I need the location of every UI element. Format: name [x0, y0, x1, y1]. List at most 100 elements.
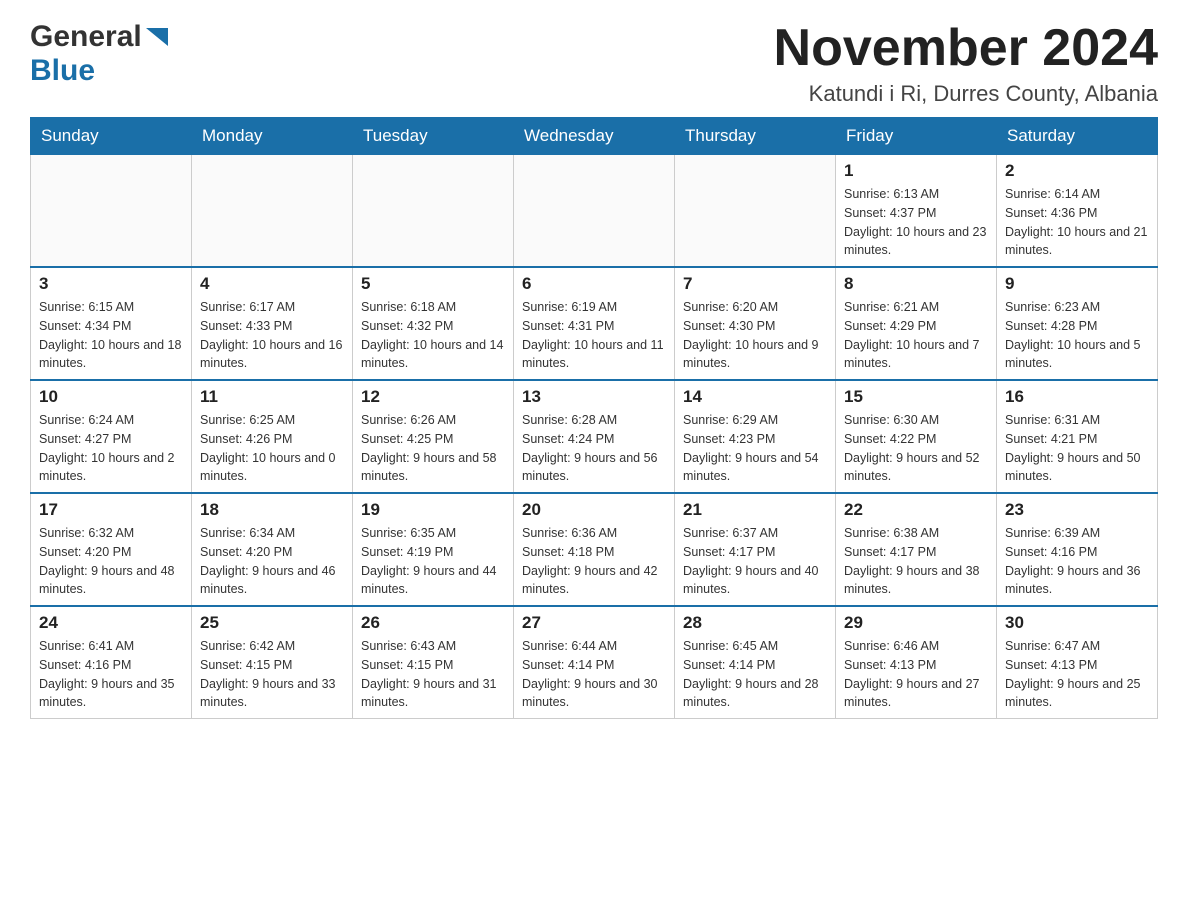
- calendar-cell: 24 Sunrise: 6:41 AMSunset: 4:16 PMDayligh…: [31, 606, 192, 719]
- day-info: Sunrise: 6:24 AMSunset: 4:27 PMDaylight:…: [39, 411, 183, 486]
- location: Katundi i Ri, Durres County, Albania: [774, 81, 1158, 107]
- day-number: 29: [844, 613, 988, 633]
- calendar-cell: 19 Sunrise: 6:35 AMSunset: 4:19 PMDayligh…: [353, 493, 514, 606]
- day-number: 5: [361, 274, 505, 294]
- day-number: 17: [39, 500, 183, 520]
- day-info: Sunrise: 6:32 AMSunset: 4:20 PMDaylight:…: [39, 524, 183, 599]
- day-number: 16: [1005, 387, 1149, 407]
- calendar-cell: 13 Sunrise: 6:28 AMSunset: 4:24 PMDayligh…: [514, 380, 675, 493]
- calendar-cell: 21Sunrise: 6:37 AMSunset: 4:17 PMDayligh…: [675, 493, 836, 606]
- calendar-table: SundayMondayTuesdayWednesdayThursdayFrid…: [30, 117, 1158, 719]
- day-info: Sunrise: 6:41 AMSunset: 4:16 PMDaylight:…: [39, 637, 183, 712]
- day-number: 8: [844, 274, 988, 294]
- calendar-cell: [31, 155, 192, 268]
- day-info: Sunrise: 6:17 AMSunset: 4:33 PMDaylight:…: [200, 298, 344, 373]
- day-info: Sunrise: 6:31 AMSunset: 4:21 PMDaylight:…: [1005, 411, 1149, 486]
- logo: General Blue: [30, 20, 168, 88]
- calendar-cell: 22 Sunrise: 6:38 AMSunset: 4:17 PMDayligh…: [836, 493, 997, 606]
- calendar-cell: 2 Sunrise: 6:14 AMSunset: 4:36 PMDaylight…: [997, 155, 1158, 268]
- day-info: Sunrise: 6:21 AMSunset: 4:29 PMDaylight:…: [844, 298, 988, 373]
- title-section: November 2024 Katundi i Ri, Durres Count…: [774, 20, 1158, 107]
- day-info: Sunrise: 6:46 AMSunset: 4:13 PMDaylight:…: [844, 637, 988, 712]
- day-info: Sunrise: 6:15 AMSunset: 4:34 PMDaylight:…: [39, 298, 183, 373]
- day-number: 30: [1005, 613, 1149, 633]
- day-number: 6: [522, 274, 666, 294]
- day-info: Sunrise: 6:14 AMSunset: 4:36 PMDaylight:…: [1005, 185, 1149, 260]
- day-info: Sunrise: 6:47 AMSunset: 4:13 PMDaylight:…: [1005, 637, 1149, 712]
- day-number: 14: [683, 387, 827, 407]
- calendar-cell: 7Sunrise: 6:20 AMSunset: 4:30 PMDaylight…: [675, 267, 836, 380]
- logo-general: General: [30, 20, 142, 54]
- day-number: 23: [1005, 500, 1149, 520]
- page-header: General Blue November 2024 Katundi i Ri,…: [30, 20, 1158, 107]
- calendar-cell: 12 Sunrise: 6:26 AMSunset: 4:25 PMDayligh…: [353, 380, 514, 493]
- calendar-week-4: 17 Sunrise: 6:32 AMSunset: 4:20 PMDayligh…: [31, 493, 1158, 606]
- calendar-week-3: 10 Sunrise: 6:24 AMSunset: 4:27 PMDayligh…: [31, 380, 1158, 493]
- calendar-cell: 20 Sunrise: 6:36 AMSunset: 4:18 PMDayligh…: [514, 493, 675, 606]
- calendar-cell: 6 Sunrise: 6:19 AMSunset: 4:31 PMDaylight…: [514, 267, 675, 380]
- calendar-cell: 26Sunrise: 6:43 AMSunset: 4:15 PMDayligh…: [353, 606, 514, 719]
- day-info: Sunrise: 6:37 AMSunset: 4:17 PMDaylight:…: [683, 524, 827, 599]
- calendar-cell: 3 Sunrise: 6:15 AMSunset: 4:34 PMDaylight…: [31, 267, 192, 380]
- day-info: Sunrise: 6:13 AMSunset: 4:37 PMDaylight:…: [844, 185, 988, 260]
- day-header-saturday: Saturday: [997, 118, 1158, 155]
- calendar-cell: 14 Sunrise: 6:29 AMSunset: 4:23 PMDayligh…: [675, 380, 836, 493]
- day-number: 11: [200, 387, 344, 407]
- calendar-cell: 9Sunrise: 6:23 AMSunset: 4:28 PMDaylight…: [997, 267, 1158, 380]
- day-number: 15: [844, 387, 988, 407]
- calendar-cell: 23 Sunrise: 6:39 AMSunset: 4:16 PMDayligh…: [997, 493, 1158, 606]
- day-info: Sunrise: 6:28 AMSunset: 4:24 PMDaylight:…: [522, 411, 666, 486]
- day-number: 24: [39, 613, 183, 633]
- day-header-thursday: Thursday: [675, 118, 836, 155]
- day-info: Sunrise: 6:36 AMSunset: 4:18 PMDaylight:…: [522, 524, 666, 599]
- day-info: Sunrise: 6:19 AMSunset: 4:31 PMDaylight:…: [522, 298, 666, 373]
- day-number: 9: [1005, 274, 1149, 294]
- day-number: 2: [1005, 161, 1149, 181]
- day-info: Sunrise: 6:18 AMSunset: 4:32 PMDaylight:…: [361, 298, 505, 373]
- day-number: 22: [844, 500, 988, 520]
- day-number: 28: [683, 613, 827, 633]
- day-info: Sunrise: 6:39 AMSunset: 4:16 PMDaylight:…: [1005, 524, 1149, 599]
- day-number: 1: [844, 161, 988, 181]
- day-number: 27: [522, 613, 666, 633]
- day-number: 3: [39, 274, 183, 294]
- calendar-cell: 15 Sunrise: 6:30 AMSunset: 4:22 PMDayligh…: [836, 380, 997, 493]
- calendar-cell: 28 Sunrise: 6:45 AMSunset: 4:14 PMDayligh…: [675, 606, 836, 719]
- calendar-cell: [353, 155, 514, 268]
- day-number: 20: [522, 500, 666, 520]
- calendar-cell: 17 Sunrise: 6:32 AMSunset: 4:20 PMDayligh…: [31, 493, 192, 606]
- day-info: Sunrise: 6:35 AMSunset: 4:19 PMDaylight:…: [361, 524, 505, 599]
- day-info: Sunrise: 6:30 AMSunset: 4:22 PMDaylight:…: [844, 411, 988, 486]
- calendar-cell: 8 Sunrise: 6:21 AMSunset: 4:29 PMDaylight…: [836, 267, 997, 380]
- day-info: Sunrise: 6:38 AMSunset: 4:17 PMDaylight:…: [844, 524, 988, 599]
- calendar-header-row: SundayMondayTuesdayWednesdayThursdayFrid…: [31, 118, 1158, 155]
- calendar-cell: 30 Sunrise: 6:47 AMSunset: 4:13 PMDayligh…: [997, 606, 1158, 719]
- calendar-week-1: 1 Sunrise: 6:13 AMSunset: 4:37 PMDaylight…: [31, 155, 1158, 268]
- logo-arrow-icon: [146, 28, 168, 51]
- day-number: 19: [361, 500, 505, 520]
- calendar-cell: [514, 155, 675, 268]
- day-info: Sunrise: 6:44 AMSunset: 4:14 PMDaylight:…: [522, 637, 666, 712]
- calendar-week-2: 3 Sunrise: 6:15 AMSunset: 4:34 PMDaylight…: [31, 267, 1158, 380]
- calendar-week-5: 24 Sunrise: 6:41 AMSunset: 4:16 PMDayligh…: [31, 606, 1158, 719]
- day-info: Sunrise: 6:26 AMSunset: 4:25 PMDaylight:…: [361, 411, 505, 486]
- day-info: Sunrise: 6:42 AMSunset: 4:15 PMDaylight:…: [200, 637, 344, 712]
- calendar-cell: 1 Sunrise: 6:13 AMSunset: 4:37 PMDaylight…: [836, 155, 997, 268]
- day-number: 10: [39, 387, 183, 407]
- calendar-cell: 5 Sunrise: 6:18 AMSunset: 4:32 PMDaylight…: [353, 267, 514, 380]
- calendar-cell: 11 Sunrise: 6:25 AMSunset: 4:26 PMDayligh…: [192, 380, 353, 493]
- day-info: Sunrise: 6:29 AMSunset: 4:23 PMDaylight:…: [683, 411, 827, 486]
- day-number: 12: [361, 387, 505, 407]
- day-header-monday: Monday: [192, 118, 353, 155]
- calendar-cell: 25 Sunrise: 6:42 AMSunset: 4:15 PMDayligh…: [192, 606, 353, 719]
- day-number: 26: [361, 613, 505, 633]
- day-header-tuesday: Tuesday: [353, 118, 514, 155]
- calendar-cell: [192, 155, 353, 268]
- day-number: 13: [522, 387, 666, 407]
- day-info: Sunrise: 6:25 AMSunset: 4:26 PMDaylight:…: [200, 411, 344, 486]
- calendar-cell: 4Sunrise: 6:17 AMSunset: 4:33 PMDaylight…: [192, 267, 353, 380]
- logo-blue: Blue: [30, 54, 95, 87]
- day-number: 25: [200, 613, 344, 633]
- day-info: Sunrise: 6:45 AMSunset: 4:14 PMDaylight:…: [683, 637, 827, 712]
- day-header-sunday: Sunday: [31, 118, 192, 155]
